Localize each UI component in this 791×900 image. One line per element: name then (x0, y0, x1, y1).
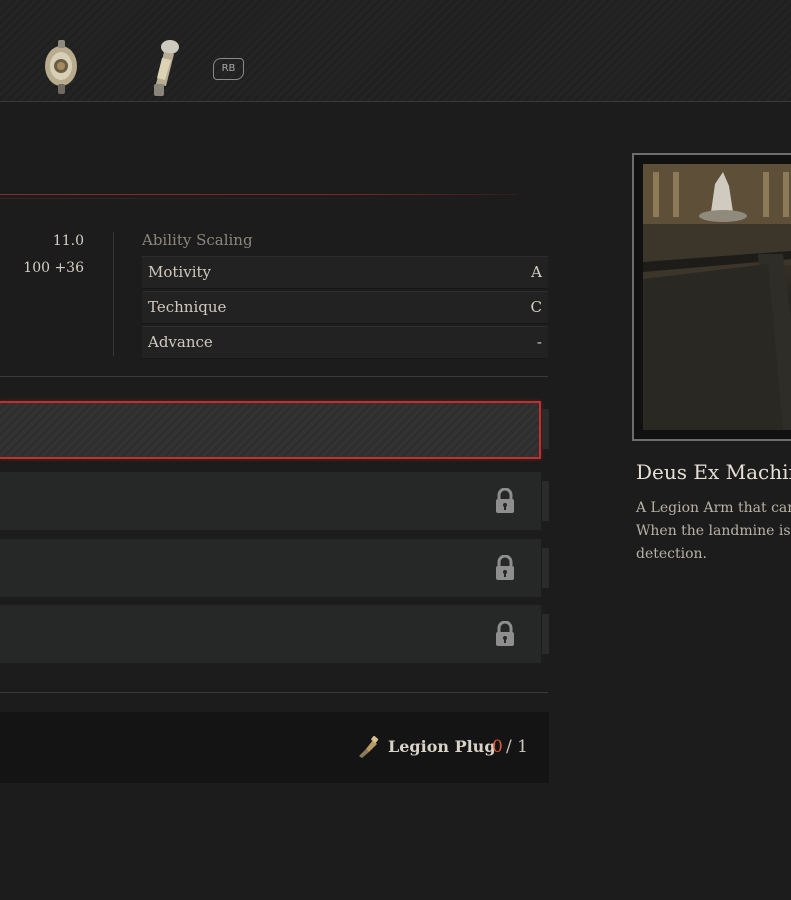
top-bar: RB (0, 0, 791, 102)
description-line: A Legion Arm that can (636, 500, 791, 516)
lock-icon (496, 555, 514, 580)
legion-plug-icon (359, 735, 379, 758)
item-description: A Legion Arm that can When the landmine … (636, 497, 791, 566)
scaling-row-motivity: Motivity A (142, 256, 548, 289)
upgrade-slot-locked[interactable] (0, 605, 541, 663)
description-line: When the landmine is b (636, 523, 791, 539)
scaling-row-advance: Advance - (142, 326, 548, 359)
stat-value-2: 100 +36 (23, 260, 84, 276)
material-required-count: / 1 (506, 737, 528, 757)
slot-tab (542, 614, 549, 654)
legion-arm-icon-2[interactable] (144, 38, 186, 100)
item-preview-image (643, 164, 791, 430)
material-owned-count: 0 (492, 737, 503, 757)
upgrade-slot-locked[interactable] (0, 472, 541, 530)
header-divider (0, 194, 518, 195)
section-divider (0, 692, 548, 693)
rb-button-hint[interactable]: RB (213, 58, 244, 80)
scaling-grade: C (530, 298, 542, 316)
item-preview-frame (632, 153, 791, 441)
scaling-label: Advance (148, 333, 213, 351)
slot-tab (542, 409, 549, 449)
slot-tab (542, 548, 549, 588)
description-line: detection. (636, 546, 707, 562)
stats-divider (113, 232, 114, 356)
header-divider-shadow (0, 198, 518, 199)
material-name: Legion Plug (388, 737, 496, 756)
item-title: Deus Ex Machina (636, 460, 791, 484)
stat-value-1: 11.0 (52, 233, 84, 249)
slot-tab (542, 481, 549, 521)
lock-icon (496, 488, 514, 513)
scaling-label: Technique (148, 298, 227, 316)
legion-arm-icon[interactable] (38, 36, 84, 98)
upgrade-slot-locked[interactable] (0, 539, 541, 597)
upgrade-slot-selected[interactable] (0, 401, 541, 459)
section-divider (0, 376, 548, 377)
scaling-label: Motivity (148, 263, 211, 281)
scaling-grade: - (536, 333, 542, 351)
scaling-grade: A (531, 263, 542, 281)
ability-scaling-title: Ability Scaling (142, 231, 253, 249)
lock-icon (496, 621, 514, 646)
scaling-row-technique: Technique C (142, 291, 548, 324)
